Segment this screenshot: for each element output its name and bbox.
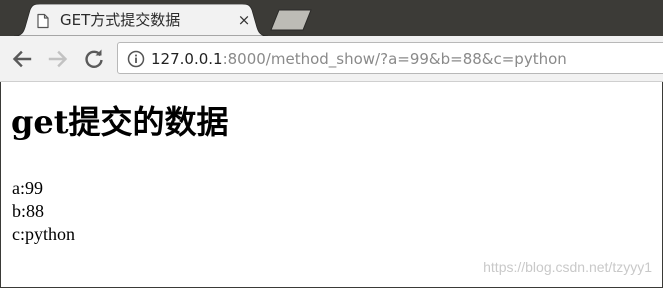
page-icon: [36, 13, 50, 29]
reload-icon[interactable]: [82, 47, 106, 71]
url-host: 127.0.0.1: [151, 50, 223, 68]
param-line-a: a:99: [12, 178, 43, 198]
url-text: 127.0.0.1:8000/method_show/?a=99&b=88&c=…: [151, 49, 567, 69]
forward-arrow-icon[interactable]: [46, 47, 70, 71]
address-bar[interactable]: 127.0.0.1:8000/method_show/?a=99&b=88&c=…: [117, 42, 663, 74]
back-arrow-icon[interactable]: [10, 47, 34, 71]
url-path: :8000/method_show/?a=99&b=88&c=python: [222, 50, 567, 68]
watermark: https://blog.csdn.net/tzyyy1: [483, 259, 652, 275]
tab-title: GET方式提交数据: [60, 11, 181, 29]
browser-toolbar: 127.0.0.1:8000/method_show/?a=99&b=88&c=…: [0, 36, 663, 82]
param-line-c: c:python: [12, 224, 75, 244]
new-tab-icon[interactable]: [270, 9, 312, 31]
submitted-data-list: a:99 b:88 c:python: [12, 177, 75, 246]
page-heading: get提交的数据: [11, 103, 229, 141]
info-icon[interactable]: [127, 50, 145, 68]
tab-active[interactable]: GET方式提交数据 ×: [14, 4, 268, 36]
page-content: get提交的数据 a:99 b:88 c:python https://blog…: [1, 82, 662, 287]
tab-strip: GET方式提交数据 ×: [0, 0, 663, 36]
browser-window: GET方式提交数据 × 127.0.0.1:8000/method_show/?…: [0, 0, 663, 288]
param-line-b: b:88: [12, 201, 45, 221]
close-tab-icon[interactable]: ×: [236, 10, 252, 30]
